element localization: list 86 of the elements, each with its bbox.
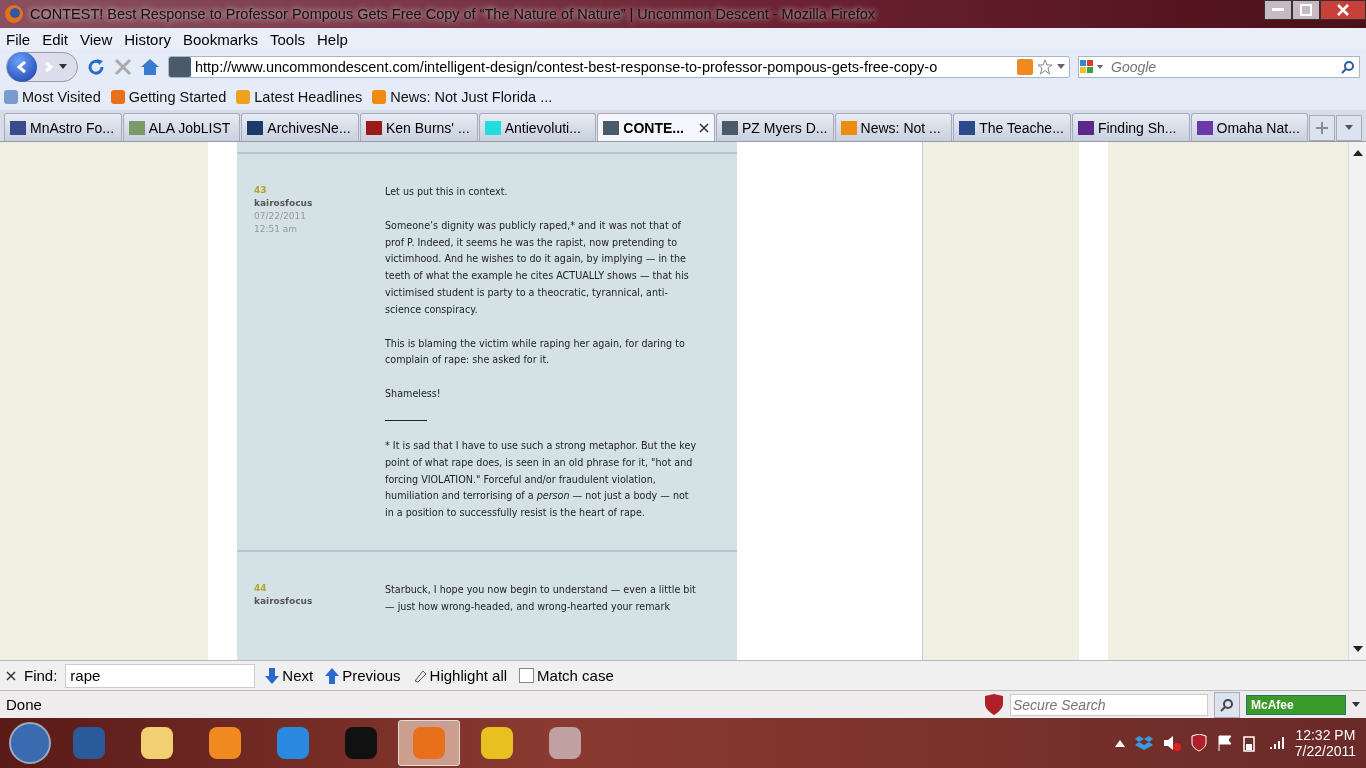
browser-tab[interactable]: The Teache... [953, 113, 1071, 141]
browser-tab[interactable]: Ken Burns' ... [359, 113, 478, 141]
comment-paragraph: Let us put this in context. [385, 185, 509, 199]
secure-search-field[interactable]: Secure Search [1010, 693, 1208, 716]
scrollbar[interactable] [1348, 142, 1366, 660]
comment-number: 44 [254, 581, 268, 595]
comment-number: 43 [254, 184, 268, 197]
find-field[interactable]: rape [65, 663, 256, 688]
close-button[interactable] [1320, 0, 1366, 20]
menu-item[interactable]: View [80, 30, 113, 48]
new-tab-button[interactable] [1309, 115, 1336, 141]
flag-icon [1216, 735, 1233, 751]
match-case-checkbox[interactable]: Match case [517, 667, 616, 684]
caret-icon [1057, 64, 1065, 70]
square-icon [372, 90, 387, 104]
browser-tab[interactable]: CONTE... [597, 113, 715, 141]
comment-time: 12:51 am [254, 223, 299, 236]
down-arrow-icon [265, 667, 280, 684]
close-icon[interactable] [6, 670, 16, 681]
reload-icon[interactable] [86, 57, 106, 77]
previous-button[interactable]: Previous [323, 667, 403, 684]
caret-icon[interactable] [1352, 701, 1360, 708]
search-icon[interactable] [1341, 60, 1355, 74]
star-icon[interactable] [1037, 59, 1053, 75]
close-icon [1337, 4, 1349, 16]
home-icon[interactable] [140, 58, 160, 76]
pen-icon [412, 668, 427, 683]
browser-tab[interactable]: Antievoluti... [478, 113, 597, 141]
scroll-down-icon [1352, 644, 1363, 654]
close-tab-icon[interactable] [698, 122, 709, 133]
browser-tab[interactable]: News: Not ... [834, 113, 953, 141]
browser-tab[interactable]: MnAstro Fo... [4, 113, 122, 141]
minimize-button[interactable] [1264, 0, 1292, 20]
highlight-all-button[interactable]: Highlight all [410, 667, 510, 684]
browser-tab[interactable]: Omaha Nat... [1190, 113, 1309, 141]
window-title: CONTEST! Best Response to Professor Pompous Gets Free Copy of “The Nature of Nature” | Uncommon Descent - Mozilla Firefox [30, 6, 877, 22]
comment-author: kairosfocus [254, 594, 314, 608]
browser-tab[interactable]: ArchivesNe... [241, 113, 359, 141]
comment-paragraph: Starbuck, I hope you now begin to understand — even a little bit — just how wrong-headed, and wrong-hearted your remark [385, 582, 697, 614]
bookmark-link[interactable]: Latest Headlines [236, 89, 363, 105]
maximize-icon [1300, 4, 1312, 16]
menu-item[interactable]: File [6, 30, 31, 48]
up-arrow-icon [325, 667, 340, 684]
show-hidden-icons-icon[interactable] [1114, 739, 1125, 747]
muted-speaker-icon [1162, 735, 1181, 751]
find-label: Find: [24, 667, 58, 684]
comment-paragraph: This is blaming the victim while raping her again, for daring to complain of rape: she asked for it. [385, 336, 686, 368]
menu-item[interactable]: Tools [270, 30, 305, 48]
search-button[interactable] [1214, 691, 1240, 718]
back-button[interactable] [7, 52, 37, 82]
footnote-text: * It is sad that I have to use such a strong metaphor. But the key point of what rape does, is seen in an old phrase for it, "hot and forcing VIOLATION." Forceful and/or fraudulent violation, humiliation and terrorising of a person — not just a body — not in a position to successfully resist is the heart of rape. [385, 438, 697, 521]
comment-author: kairosfocus [254, 197, 314, 210]
tab-list-button[interactable] [1336, 115, 1363, 141]
mcafee-button[interactable]: McAfee [1246, 694, 1346, 715]
menu-item[interactable]: Help [317, 30, 348, 48]
shield-icon [1190, 734, 1207, 752]
clock[interactable]: 12:32 PM 7/22/2011 [1294, 727, 1356, 759]
comment-date: 07/22/2011 [254, 210, 307, 223]
search-icon [1220, 697, 1234, 712]
plus-icon [1316, 122, 1329, 134]
bookmark-link[interactable]: Getting Started [110, 89, 227, 105]
dropbox-icon [1134, 735, 1153, 751]
search-engine-icon[interactable] [1079, 59, 1105, 75]
next-button[interactable]: Next [263, 667, 316, 684]
browser-tab[interactable]: ALA JobLIST [122, 113, 241, 141]
menu-item[interactable]: Edit [42, 30, 69, 48]
bookmark-link[interactable]: News: Not Just Florida ... [372, 89, 553, 105]
menu-item[interactable]: History [124, 30, 171, 48]
browser-tab[interactable]: Finding Sh... [1071, 113, 1190, 141]
search-box[interactable]: Google [1078, 56, 1360, 78]
maximize-button[interactable] [1292, 0, 1320, 20]
address-bar[interactable]: http://www.uncommondescent.com/intelligent-design/contest-best-response-to-professor-pompous-gets-free-copy-o [168, 56, 1070, 78]
scroll-up-icon [1352, 148, 1363, 158]
menu-item[interactable]: Bookmarks [182, 30, 258, 48]
back-forward-control[interactable] [6, 52, 78, 82]
shield-icon [984, 693, 1004, 716]
bookmark-link[interactable]: Most Visited [4, 89, 101, 105]
status-text: Done [6, 696, 43, 713]
signal-icon [1268, 736, 1285, 750]
comment-paragraph: Shameless! [385, 387, 442, 402]
minimize-icon [1272, 8, 1284, 12]
start-button[interactable] [8, 721, 52, 765]
comment-paragraph: Someone’s dignity was publicly raped,* and it was not that of prof P. Indeed, it seems he was the rapist, now pretending to victimhood. And he wishes to do it again, by implying — in the teeth of what the example he cites ACTUALLY shows — that his victimised student is party to a theocratic, tyrannical, anti-science conspiracy. [385, 218, 690, 317]
caret-icon [1345, 125, 1354, 131]
browser-tab[interactable]: PZ Myers D... [715, 113, 834, 141]
caret-icon[interactable] [59, 64, 67, 70]
